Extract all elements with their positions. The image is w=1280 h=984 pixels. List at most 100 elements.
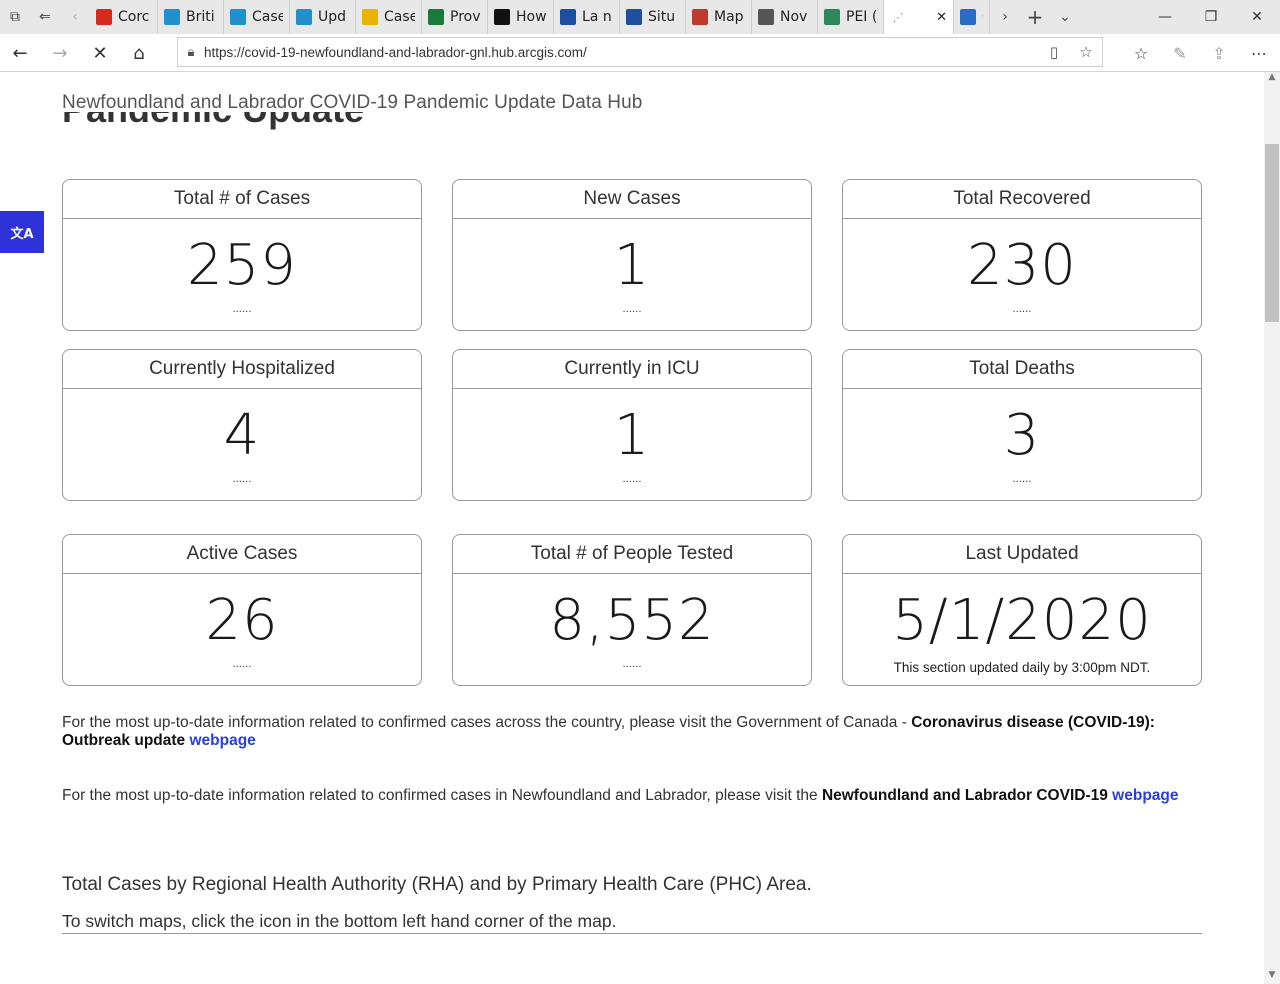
stat-card: Currently Hospitalized 4...... bbox=[62, 349, 422, 501]
scroll-thumb[interactable] bbox=[1265, 144, 1279, 322]
tabs-scroll-left-icon[interactable]: ‹ bbox=[60, 0, 90, 34]
ns-icon bbox=[758, 9, 774, 25]
stat-card-value: 259 bbox=[187, 233, 297, 298]
browser-tab[interactable]: Map bbox=[686, 0, 752, 34]
stat-card-footer: This section updated daily by 3:00pm NDT… bbox=[893, 660, 1151, 675]
stat-card-title: Total # of Cases bbox=[63, 180, 421, 219]
browser-tab-label: PEI ( bbox=[846, 9, 877, 25]
site-title[interactable]: Newfoundland and Labrador COVID-19 Pande… bbox=[62, 92, 642, 114]
browser-tab[interactable]: La n bbox=[554, 0, 620, 34]
translate-icon[interactable]: 文A bbox=[0, 211, 44, 253]
browser-tab[interactable]: Upd bbox=[290, 0, 356, 34]
scroll-down-icon[interactable]: ▼ bbox=[1264, 970, 1280, 984]
stat-card-value: 4 bbox=[223, 403, 261, 468]
browser-tab[interactable]: C bbox=[954, 0, 990, 34]
browser-tab[interactable]: Case bbox=[224, 0, 290, 34]
url-text[interactable]: https://covid-19-newfoundland-and-labrad… bbox=[204, 45, 1038, 60]
restore-icon[interactable]: ❐ bbox=[1188, 0, 1234, 34]
manitoba-icon bbox=[428, 9, 444, 25]
browser-tab[interactable]: Case bbox=[356, 0, 422, 34]
browser-tab-label: How bbox=[516, 9, 547, 25]
pen-notes-icon[interactable]: ✎ bbox=[1161, 38, 1199, 68]
stat-card-title: Currently Hospitalized bbox=[63, 350, 421, 389]
more-menu-icon[interactable]: ⋯ bbox=[1240, 38, 1278, 68]
nl-info-paragraph: For the most up-to-date information rela… bbox=[62, 787, 1202, 805]
browser-tab-label: La n bbox=[582, 9, 612, 25]
page-scrollbar[interactable]: ▲ ▼ bbox=[1264, 72, 1280, 984]
section-title-text: Pandemic Update bbox=[62, 112, 364, 134]
browser-tab[interactable]: Briti bbox=[158, 0, 224, 34]
forward-icon[interactable]: → bbox=[42, 38, 78, 68]
set-aside-tabs-icon[interactable]: ⇐ bbox=[30, 0, 60, 34]
nl-info-bold: Newfoundland and Labrador COVID-19 bbox=[821, 787, 1108, 804]
reading-view-icon[interactable]: ▯ bbox=[1038, 43, 1070, 61]
nl-webpage-link[interactable]: webpage bbox=[1112, 787, 1178, 804]
stat-card-footer: ...... bbox=[1012, 304, 1032, 315]
stat-card: Last Updated 5/1/2020 This section updated… bbox=[842, 534, 1202, 686]
stat-card-footer: ...... bbox=[622, 474, 642, 485]
map-switch-hint: To switch maps, click the icon in the bo… bbox=[62, 911, 1202, 934]
tab-preview-chevron-icon[interactable]: ⌄ bbox=[1050, 0, 1080, 34]
stat-card-title: Currently in ICU bbox=[453, 350, 811, 389]
browser-tab-label: Prov bbox=[450, 9, 481, 25]
stat-card-footer: ...... bbox=[232, 304, 252, 315]
stat-card-footer: ...... bbox=[622, 304, 642, 315]
stat-card-footer: ...... bbox=[232, 659, 252, 670]
address-toolbar: ← → ✕ ⌂ 🔒︎ https://covid-19-newfoundland… bbox=[0, 34, 1280, 72]
close-window-icon[interactable]: ✕ bbox=[1234, 0, 1280, 34]
stat-card: Total Deaths 3...... bbox=[842, 349, 1202, 501]
tabs-scroll-right-icon[interactable]: › bbox=[990, 0, 1020, 34]
tab-actions-icon[interactable]: ⧉ bbox=[0, 0, 30, 34]
stat-card-value: 3 bbox=[1003, 403, 1041, 468]
browser-tab-label: Nov bbox=[780, 9, 808, 25]
browser-tab-bar: ⧉ ⇐ ‹ Corc Briti Case Upd Case Prov How La n Sit… bbox=[0, 0, 1280, 34]
quebec-icon bbox=[626, 9, 642, 25]
browser-tab[interactable]: Nov bbox=[752, 0, 818, 34]
browser-tab-label: C bbox=[982, 9, 983, 25]
stat-card: New Cases 1...... bbox=[452, 179, 812, 331]
stat-card-title: Total Recovered bbox=[843, 180, 1201, 219]
browser-tab-label: Briti bbox=[186, 9, 215, 25]
favorites-hub-icon[interactable]: ☆ bbox=[1122, 38, 1160, 68]
ontario-icon bbox=[494, 9, 510, 25]
browser-tab-label: Case bbox=[384, 9, 415, 25]
browser-tab-label: Map bbox=[714, 9, 744, 25]
browser-tab[interactable]: PEI ( bbox=[818, 0, 884, 34]
stop-loading-icon[interactable]: ✕ bbox=[82, 38, 118, 68]
stat-card-title: New Cases bbox=[453, 180, 811, 219]
browser-tab[interactable]: ⋰ ✕ bbox=[884, 0, 954, 34]
stat-card-value: 230 bbox=[967, 233, 1077, 298]
stat-card-title: Last Updated bbox=[843, 535, 1201, 574]
canada-info-text: For the most up-to-date information rela… bbox=[62, 714, 912, 731]
stat-card-value: 1 bbox=[613, 233, 651, 298]
scroll-up-icon[interactable]: ▲ bbox=[1264, 72, 1280, 86]
address-field[interactable]: 🔒︎ https://covid-19-newfoundland-and-lab… bbox=[177, 37, 1103, 67]
stat-card-value: 8,552 bbox=[549, 588, 715, 653]
stat-card-value: 5/1/2020 bbox=[892, 588, 1152, 653]
new-tab-icon[interactable]: + bbox=[1020, 0, 1050, 34]
alberta-icon bbox=[230, 9, 246, 25]
page-viewport: Newfoundland and Labrador COVID-19 Pande… bbox=[0, 72, 1264, 984]
quebec-icon bbox=[560, 9, 576, 25]
arcgis-icon bbox=[960, 9, 976, 25]
browser-tab[interactable]: How bbox=[488, 0, 554, 34]
back-icon[interactable]: ← bbox=[2, 38, 38, 68]
stat-card-footer: ...... bbox=[1012, 474, 1032, 485]
browser-tab-label: Situ bbox=[648, 9, 676, 25]
close-tab-icon[interactable]: ✕ bbox=[936, 10, 947, 25]
browser-tab-label: Upd bbox=[318, 9, 347, 25]
minimize-icon[interactable]: — bbox=[1142, 0, 1188, 34]
saskatchewan-icon bbox=[362, 9, 378, 25]
nb-icon bbox=[692, 9, 708, 25]
favorite-star-icon[interactable]: ☆ bbox=[1070, 43, 1102, 61]
browser-tab[interactable]: Corc bbox=[90, 0, 158, 34]
canada-webpage-link[interactable]: webpage bbox=[189, 732, 255, 749]
home-icon[interactable]: ⌂ bbox=[121, 38, 157, 68]
stat-card-title: Total Deaths bbox=[843, 350, 1201, 389]
bc-icon bbox=[164, 9, 180, 25]
canada-info-paragraph: For the most up-to-date information rela… bbox=[62, 714, 1202, 750]
browser-tab[interactable]: Situ bbox=[620, 0, 686, 34]
share-icon[interactable]: ⇪ bbox=[1200, 38, 1238, 68]
browser-tab[interactable]: Prov bbox=[422, 0, 488, 34]
browser-tab-label: Corc bbox=[118, 9, 150, 25]
